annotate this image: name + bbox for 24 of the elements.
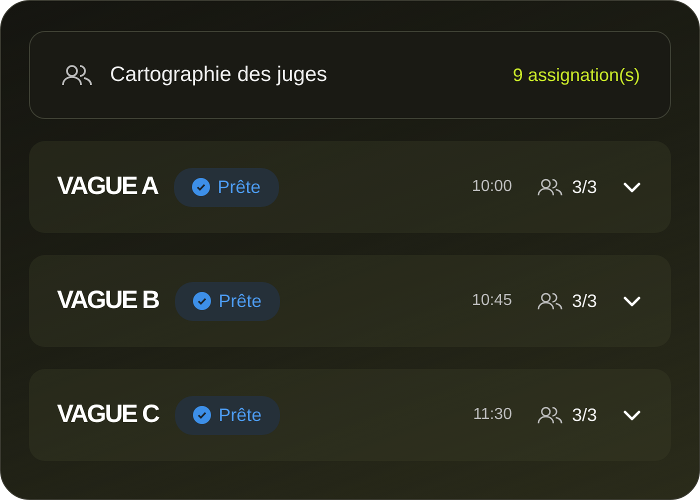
wave-time: 10:00 <box>472 177 512 197</box>
check-icon <box>192 178 210 196</box>
wave-row[interactable]: VAGUE C Prête 11:30 3/3 <box>29 369 671 461</box>
wave-name: VAGUE A <box>57 171 158 202</box>
people-icon <box>60 63 94 87</box>
status-badge: Prête <box>174 168 279 206</box>
wave-row[interactable]: VAGUE B Prête 10:45 3/3 <box>29 255 671 347</box>
people-icon <box>536 177 564 197</box>
judge-count: 3/3 <box>572 404 597 426</box>
wave-row[interactable]: VAGUE A Prête 10:00 3/3 <box>29 141 671 233</box>
status-badge: Prête <box>174 396 280 434</box>
judge-count: 3/3 <box>572 176 597 198</box>
wave-name: VAGUE C <box>57 399 159 430</box>
wave-time: 11:30 <box>473 405 512 425</box>
wave-name: VAGUE B <box>57 285 159 316</box>
wave-time: 10:45 <box>472 291 512 311</box>
assignment-count: 9 assignation(s) <box>512 64 640 87</box>
people-icon <box>536 405 564 425</box>
check-icon <box>192 406 211 424</box>
people-icon <box>536 291 564 311</box>
judge-count: 3/3 <box>572 290 597 312</box>
status-badge: Prête <box>174 282 280 320</box>
header-title: Cartographie des juges <box>110 62 328 88</box>
check-icon <box>192 292 211 310</box>
